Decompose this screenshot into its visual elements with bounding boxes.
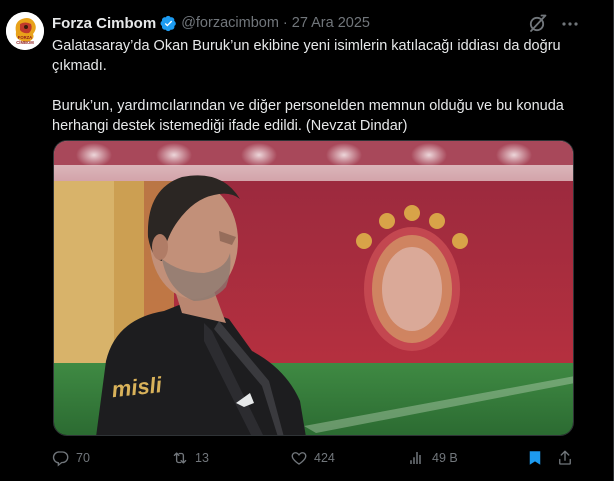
like-count: 424 <box>314 451 335 465</box>
repost-icon <box>173 452 187 464</box>
post-header: Forza Cimbom @forzacimbom · 27 Ara 2025 <box>52 13 370 33</box>
views-icon <box>410 452 421 464</box>
bookmark-button[interactable] <box>526 445 544 471</box>
avatar-logo: FORZA CİMBOM <box>6 12 44 50</box>
repost-count: 13 <box>195 451 209 465</box>
post-text: Galatasaray’da Okan Buruk’un ekibine yen… <box>52 36 592 136</box>
views-count: 49 B <box>432 451 458 465</box>
author-handle[interactable]: @forzacimbom <box>181 15 279 31</box>
photo-coach: misli <box>54 141 573 435</box>
post-actions: 70 13 424 49 B <box>0 445 614 471</box>
like-button[interactable]: 424 <box>290 445 335 471</box>
shirt-sponsor-text: misli <box>110 372 163 402</box>
repost-button[interactable]: 13 <box>171 445 209 471</box>
bookmark-icon <box>529 451 541 465</box>
author-name[interactable]: Forza Cimbom <box>52 15 156 32</box>
post-paragraph: Buruk’un, yardımcılarından ve diğer pers… <box>52 98 564 134</box>
share-icon <box>559 450 571 465</box>
more-icon[interactable] <box>560 14 580 34</box>
heart-icon <box>291 452 307 465</box>
verified-badge-icon[interactable] <box>160 15 177 32</box>
post-paragraph: Galatasaray’da Okan Buruk’un ekibine yen… <box>52 38 561 74</box>
grok-icon[interactable] <box>527 12 549 34</box>
reply-button[interactable]: 70 <box>52 445 90 471</box>
avatar[interactable]: FORZA CİMBOM <box>6 12 44 50</box>
post-date[interactable]: 27 Ara 2025 <box>292 15 370 31</box>
views-button[interactable]: 49 B <box>408 445 458 471</box>
reply-icon <box>52 451 69 467</box>
post-image[interactable]: misli <box>53 140 574 436</box>
share-button[interactable] <box>556 445 574 471</box>
header-separator: · <box>282 15 288 31</box>
reply-count: 70 <box>76 451 90 465</box>
avatar-text-line-2: CİMBOM <box>16 40 34 45</box>
